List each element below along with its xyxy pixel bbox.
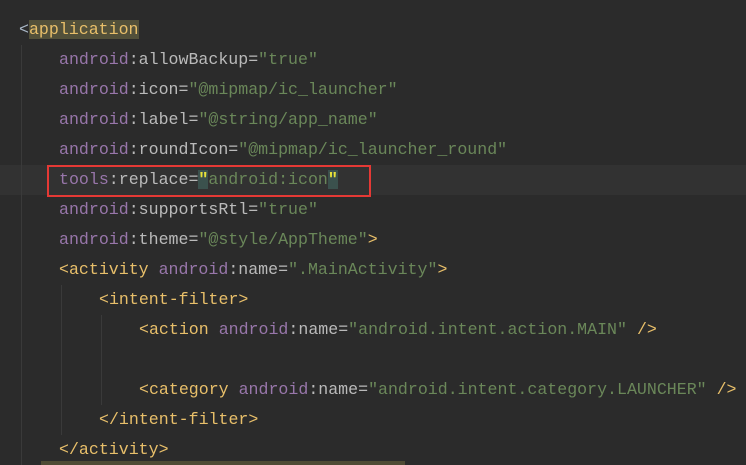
code-line[interactable]: android:supportsRtl="true" xyxy=(0,195,746,225)
indent-guide xyxy=(101,315,102,405)
code-token: android xyxy=(59,140,129,159)
code-line[interactable]: android:label="@string/app_name" xyxy=(0,105,746,135)
code-token: :name= xyxy=(308,380,369,399)
code-token: :name= xyxy=(228,260,289,279)
code-token: > xyxy=(238,290,249,309)
code-token: </ xyxy=(99,410,119,429)
highlight-annotation-box xyxy=(47,165,371,197)
code-token: /> xyxy=(706,380,737,399)
code-token: activity xyxy=(78,440,159,459)
code-token: "@string/app_name" xyxy=(198,110,378,129)
indent-guide xyxy=(61,285,62,435)
code-line[interactable]: <action android:name="android.intent.act… xyxy=(0,315,746,345)
code-token: </ xyxy=(59,440,79,459)
code-line[interactable]: </intent-filter> xyxy=(0,405,746,435)
code-token: :roundIcon= xyxy=(128,140,239,159)
code-token: > xyxy=(248,410,259,429)
code-token: application xyxy=(28,20,139,39)
code-token: :allowBackup= xyxy=(128,50,259,69)
code-token: ".MainActivity" xyxy=(288,260,438,279)
code-line[interactable]: <intent-filter> xyxy=(0,285,746,315)
code-token: android xyxy=(158,260,229,279)
code-token: "android.intent.action.MAIN" xyxy=(348,320,627,339)
code-token: android xyxy=(59,230,129,249)
code-token: "android.intent.category.LAUNCHER" xyxy=(368,380,707,399)
code-token: < xyxy=(139,320,149,339)
code-line[interactable]: <application xyxy=(0,15,746,45)
code-token: activity xyxy=(68,260,159,279)
indent-guide xyxy=(21,45,22,465)
code-token: :label= xyxy=(128,110,199,129)
code-token: android xyxy=(59,80,129,99)
code-token: > xyxy=(437,260,448,279)
matching-tag-highlight xyxy=(41,461,405,465)
code-token: android xyxy=(218,320,289,339)
code-token: "true" xyxy=(258,50,318,69)
code-token: :name= xyxy=(288,320,349,339)
code-line[interactable]: <category android:name="android.intent.c… xyxy=(0,375,746,405)
code-line[interactable]: android:theme="@style/AppTheme"> xyxy=(0,225,746,255)
code-token: :theme= xyxy=(128,230,199,249)
code-token: intent-filter xyxy=(118,410,249,429)
code-line[interactable]: android:allowBackup="true" xyxy=(0,45,746,75)
code-token: "true" xyxy=(258,200,318,219)
code-token: > xyxy=(367,230,378,249)
code-token: "@mipmap/ic_launcher" xyxy=(188,80,398,99)
code-token: < xyxy=(19,20,29,39)
code-line[interactable]: android:roundIcon="@mipmap/ic_launcher_r… xyxy=(0,135,746,165)
code-token: action xyxy=(148,320,219,339)
code-token: android xyxy=(59,50,129,69)
code-token: intent-filter xyxy=(108,290,239,309)
code-token: android xyxy=(238,380,309,399)
code-token: < xyxy=(59,260,69,279)
code-token: android xyxy=(59,110,129,129)
code-token: "@style/AppTheme" xyxy=(198,230,368,249)
code-line[interactable]: <activity android:name=".MainActivity"> xyxy=(0,255,746,285)
code-token: :supportsRtl= xyxy=(128,200,259,219)
code-token: > xyxy=(158,440,169,459)
code-token: :icon= xyxy=(128,80,189,99)
code-token: < xyxy=(139,380,149,399)
code-line[interactable]: android:icon="@mipmap/ic_launcher" xyxy=(0,75,746,105)
code-token: android xyxy=(59,200,129,219)
code-token: /> xyxy=(626,320,657,339)
code-line[interactable] xyxy=(0,345,746,375)
code-token: "@mipmap/ic_launcher_round" xyxy=(238,140,508,159)
code-token: category xyxy=(148,380,239,399)
code-token: < xyxy=(99,290,109,309)
